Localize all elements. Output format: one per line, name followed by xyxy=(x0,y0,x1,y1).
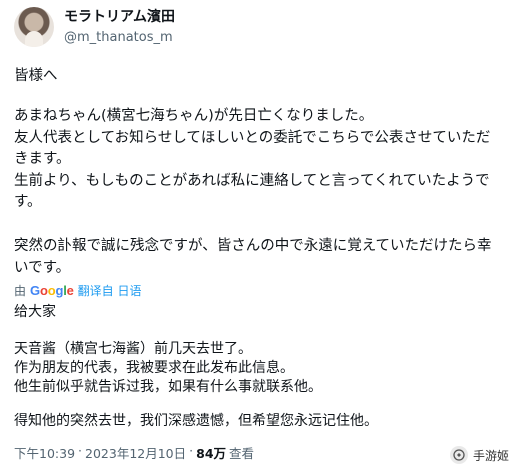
jp-paragraph-2: 突然の訃報で誠に残念ですが、皆さんの中で永遠に覚えていただけたら幸 いです。 xyxy=(14,236,519,279)
translated-from-link[interactable]: 翻译自 日语 xyxy=(78,282,142,299)
cn-greeting: 给大家 xyxy=(14,304,56,320)
cn-line: 他生前似乎就告诉过我，如果有什么事就联系他。 xyxy=(14,379,322,395)
greeting: 皆様へ xyxy=(14,68,58,84)
jp-line: いです。 xyxy=(14,259,71,276)
tweet-date[interactable]: 2023年12月10日 xyxy=(85,443,186,462)
cn-line: 天音酱（横宫七海酱）前几天去世了。 xyxy=(14,341,252,357)
watermark: 手游姬 xyxy=(449,446,509,464)
avatar[interactable] xyxy=(14,7,54,47)
jp-line: す。 xyxy=(14,194,42,210)
jp-line: 突然の訃報で誠に残念ですが、皆さんの中で永遠に覚えていただけたら幸 xyxy=(14,238,492,254)
display-name[interactable]: モラトリアム濱田 xyxy=(64,8,175,26)
cn-line: 作为朋友的代表，我被要求在此发布此信息。 xyxy=(14,360,294,376)
jp-line: あまねちゃん(横宮七海ちゃん)が先日亡くなりました。 xyxy=(14,108,374,124)
google-logo: Google xyxy=(30,282,74,298)
watermark-logo-icon xyxy=(449,446,468,464)
tweet-header: モラトリアム濱田 @m_thanatos_m xyxy=(0,0,519,58)
jp-paragraph-1: あまねちゃん(横宮七海ちゃん)が先日亡くなりました。 友人代表としてお知らせして… xyxy=(14,106,519,214)
translated-by-label: 由 xyxy=(14,283,27,298)
translation-attribution: 由 Google 翻译自 日语 xyxy=(14,281,141,299)
watermark-text: 手游姬 xyxy=(472,448,509,463)
jp-line: 友人代表としてお知らせしてほしいとの委託でこちらで公表させていただ xyxy=(14,129,491,146)
tweet-time[interactable]: 下午10:39 xyxy=(14,443,75,462)
user-handle[interactable]: @m_thanatos_m xyxy=(64,29,173,46)
cn-paragraph-2: 得知他的突然去世，我们深感遗憾，但希望您永远记住他。 xyxy=(14,413,378,429)
separator-dot: · xyxy=(189,443,194,458)
views-label: 查看 xyxy=(229,446,255,461)
jp-line: 生前より、もしものことがあれば私に連絡してと言ってくれていたようで xyxy=(14,172,490,189)
jp-line: きます。 xyxy=(14,151,71,167)
tweet-meta: 下午10:39 · 2023年12月10日 · 84万 查看 xyxy=(14,443,254,462)
views-count: 84万 xyxy=(196,446,227,461)
separator-dot: · xyxy=(78,443,83,458)
